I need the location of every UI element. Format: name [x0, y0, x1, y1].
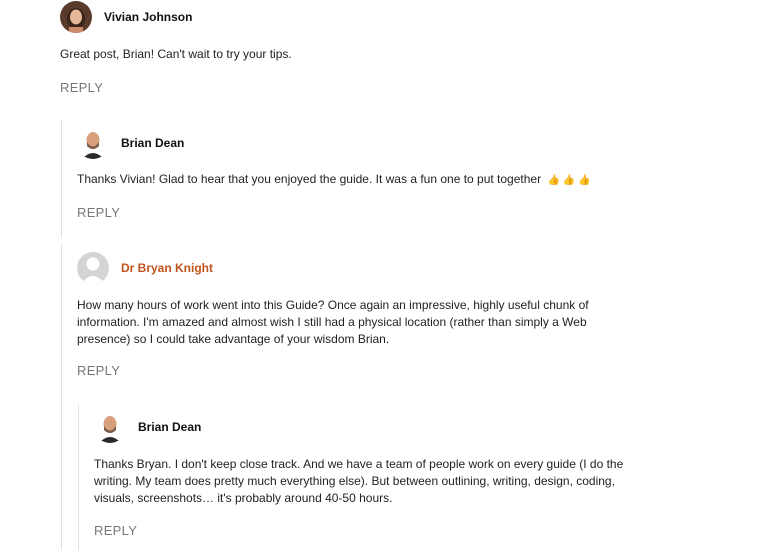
comment: Dr Bryan Knight How many hours of work w…: [77, 251, 597, 380]
comment-author-link[interactable]: Dr Bryan Knight: [121, 261, 213, 275]
thread-line: [61, 244, 62, 550]
comment-text: Thanks Vivian! Glad to hear that you enj…: [77, 171, 737, 189]
thumbs-up-icon: 👍: [578, 175, 591, 186]
comment-header: Brian Dean: [77, 126, 737, 160]
comment-author[interactable]: Brian Dean: [138, 420, 201, 434]
avatar: [77, 127, 109, 159]
reply-button[interactable]: REPLY: [60, 80, 103, 95]
comment-header: Dr Bryan Knight: [77, 251, 597, 285]
comment-text-content: Thanks Vivian! Glad to hear that you enj…: [77, 172, 542, 186]
thread-line: [61, 120, 62, 238]
comment-author[interactable]: Brian Dean: [121, 136, 184, 150]
thread-line: [78, 404, 79, 550]
reply-button[interactable]: REPLY: [77, 363, 120, 378]
comment-text: Great post, Brian! Can't wait to try you…: [60, 47, 292, 61]
comment-header: Vivian Johnson: [60, 0, 740, 34]
comment: Brian Dean Thanks Vivian! Glad to hear t…: [77, 126, 737, 222]
comment-text: How many hours of work went into this Gu…: [77, 298, 589, 346]
avatar: [60, 1, 92, 33]
reply-button[interactable]: REPLY: [94, 523, 137, 538]
avatar: [94, 411, 126, 443]
thumbs-up-icon: 👍: [547, 175, 560, 186]
avatar: [77, 252, 109, 284]
thumbs-up-icon: 👍: [562, 175, 576, 186]
reply-button[interactable]: REPLY: [77, 205, 120, 220]
comment-text: Thanks Bryan. I don't keep close track. …: [94, 457, 624, 505]
comment: Vivian Johnson Great post, Brian! Can't …: [60, 0, 740, 97]
comment: Brian Dean Thanks Bryan. I don't keep cl…: [94, 410, 634, 540]
comment-header: Brian Dean: [94, 410, 634, 444]
comment-author[interactable]: Vivian Johnson: [104, 10, 192, 24]
